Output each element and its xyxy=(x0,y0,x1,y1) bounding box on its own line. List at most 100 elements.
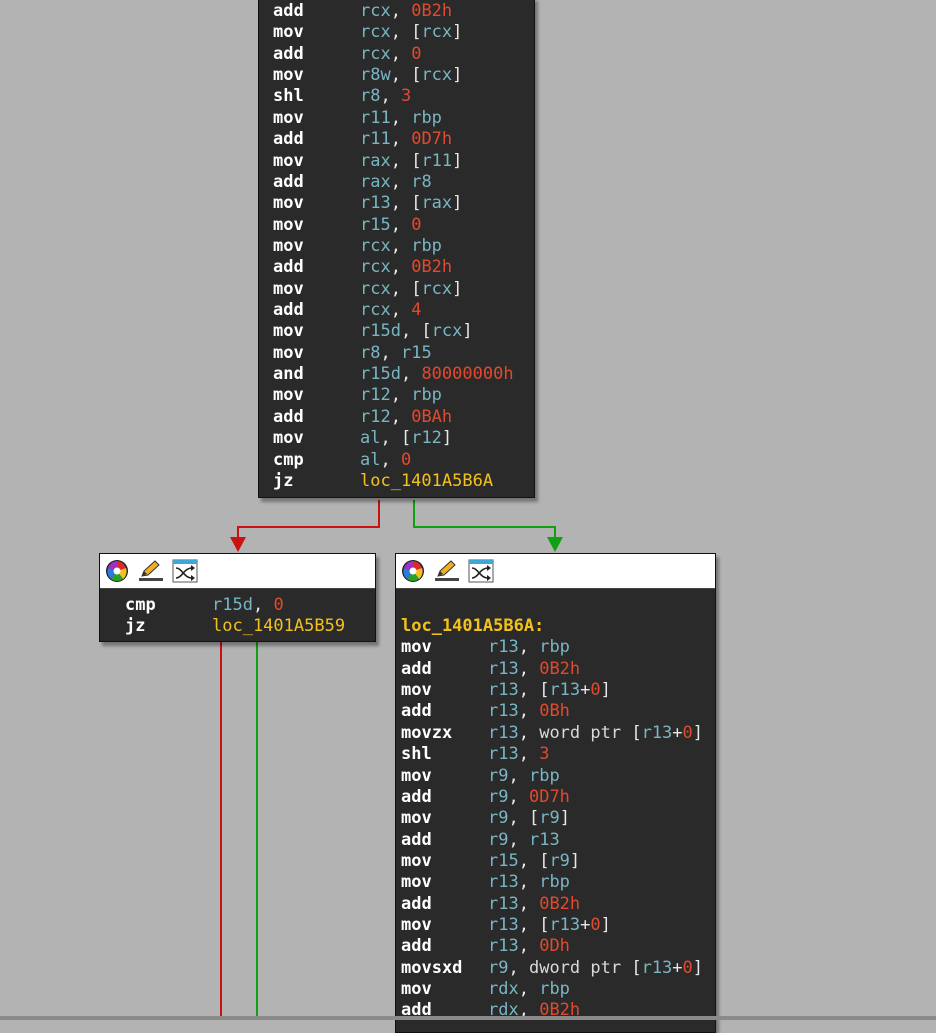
operands: rcx, [rcx] xyxy=(360,279,462,300)
operand-register: r13 xyxy=(488,915,519,936)
asm-line[interactable]: add r13, 0Dh xyxy=(401,936,715,957)
asm-line[interactable]: add r9, r13 xyxy=(401,830,715,851)
operands: r15d, 0 xyxy=(212,595,284,616)
asm-line[interactable]: mov r15d, [rcx] xyxy=(273,321,534,342)
operands: r12, 0BAh xyxy=(360,407,452,428)
asm-line[interactable]: add r13, 0B2h xyxy=(401,659,715,680)
shuffle-graph-icon[interactable] xyxy=(172,559,198,583)
asm-line[interactable]: add r13, 0B2h xyxy=(401,894,715,915)
asm-line[interactable]: movsxd r9, dword ptr [r13+0] xyxy=(401,958,715,979)
asm-line[interactable]: mov rdx, rbp xyxy=(401,979,715,1000)
asm-line[interactable]: and r15d, 80000000h xyxy=(273,364,534,385)
operands: r13, 0Bh xyxy=(488,701,570,722)
edit-pencil-icon[interactable] xyxy=(434,559,460,583)
asm-line[interactable]: add r11, 0D7h xyxy=(273,129,534,150)
operand-number: 0B2h xyxy=(539,658,581,679)
asm-line[interactable]: mov r15, [r9] xyxy=(401,851,715,872)
color-wheel-icon[interactable] xyxy=(400,559,426,583)
operand-punct: , [ xyxy=(400,321,432,342)
operand-punct: ] xyxy=(600,915,611,936)
asm-line[interactable]: cmp r15d, 0 xyxy=(125,595,375,616)
edge-false-branch xyxy=(230,500,380,552)
operand-register: rax xyxy=(421,193,453,214)
operand-punct: [ xyxy=(631,957,642,978)
asm-line[interactable]: add rcx, 0B2h xyxy=(273,1,534,22)
code-block-left[interactable]: cmp r15d, 0 jz loc_1401A5B59 xyxy=(99,553,376,642)
asm-line[interactable]: shl r13, 3 xyxy=(401,744,715,765)
code-block-right[interactable]: loc_1401A5B6A: mov r13, rbp add r13, 0B2h mo… xyxy=(395,553,716,1033)
operands: rcx, rbp xyxy=(360,236,442,257)
asm-line[interactable]: mov rcx, rbp xyxy=(273,236,534,257)
asm-line[interactable]: mov r13, [r13+0] xyxy=(401,915,715,936)
operand-punct: ] xyxy=(452,65,463,86)
operands: r11, rbp xyxy=(360,108,442,129)
asm-line[interactable]: mov al, [r12] xyxy=(273,428,534,449)
asm-line[interactable]: mov rcx, [rcx] xyxy=(273,279,534,300)
operand-register: rax xyxy=(360,150,391,171)
operands: r15d, [rcx] xyxy=(360,321,473,342)
asm-line[interactable]: add r9, 0D7h xyxy=(401,787,715,808)
asm-line[interactable]: mov r11, rbp xyxy=(273,108,534,129)
operands: r15, 0 xyxy=(360,215,421,236)
asm-line[interactable]: mov r8, r15 xyxy=(273,343,534,364)
asm-line[interactable]: jz loc_1401A5B6A xyxy=(273,471,534,492)
color-wheel-icon[interactable] xyxy=(104,559,130,583)
asm-line[interactable]: mov r9, [r9] xyxy=(401,808,715,829)
asm-line[interactable]: add rcx, 0B2h xyxy=(273,257,534,278)
operand-number: 3 xyxy=(539,744,550,765)
asm-line[interactable]: mov r12, rbp xyxy=(273,385,534,406)
asm-line[interactable]: mov rcx, [rcx] xyxy=(273,22,534,43)
asm-line[interactable]: mov r13, [rax] xyxy=(273,193,534,214)
operand-punct: , xyxy=(508,765,529,786)
asm-line[interactable]: mov rax, [r11] xyxy=(273,151,534,172)
operand-register: rcx xyxy=(360,235,391,256)
asm-line[interactable]: movzx r13, word ptr [r13+0] xyxy=(401,723,715,744)
edit-pencil-icon[interactable] xyxy=(138,559,164,583)
operand-punct: , xyxy=(390,300,412,321)
asm-line[interactable]: jz loc_1401A5B59 xyxy=(125,616,375,637)
asm-line[interactable]: add rcx, 4 xyxy=(273,300,534,321)
asm-line[interactable]: mov r15, 0 xyxy=(273,215,534,236)
asm-line[interactable]: add rcx, 0 xyxy=(273,44,534,65)
operands: r8, 3 xyxy=(360,86,411,107)
asm-line[interactable]: shl r8, 3 xyxy=(273,86,534,107)
operand-punct: , xyxy=(380,449,401,470)
operand-register: rcx xyxy=(360,278,391,299)
operands: rcx, 0B2h xyxy=(360,1,452,22)
mnemonic: add xyxy=(401,829,432,850)
operand-register: rbp xyxy=(539,872,570,893)
mnemonic: mov xyxy=(273,342,304,363)
operand-number: 0 xyxy=(411,43,422,64)
operand-punct: , xyxy=(518,893,540,914)
operand-register: r9 xyxy=(539,808,560,829)
mnemonic: mov xyxy=(273,107,304,128)
code-block-top[interactable]: add rcx, 0B2h mov rcx, [rcx] add rcx, 0 mov r8w… xyxy=(258,0,535,498)
asm-line[interactable]: add rax, r8 xyxy=(273,172,534,193)
asm-line[interactable]: add r13, 0Bh xyxy=(401,701,715,722)
asm-listing: cmp r15d, 0 jz loc_1401A5B59 xyxy=(100,589,375,638)
mnemonic: jz xyxy=(125,616,146,637)
operand-label-ref[interactable]: loc_1401A5B6A xyxy=(360,471,493,491)
mnemonic: mov xyxy=(401,637,432,658)
operand-number: 0D7h xyxy=(528,786,570,807)
asm-line[interactable]: mov r13, [r13+0] xyxy=(401,680,715,701)
shuffle-graph-icon[interactable] xyxy=(468,559,494,583)
asm-line[interactable]: add r12, 0BAh xyxy=(273,407,534,428)
asm-line[interactable]: mov r13, rbp xyxy=(401,872,715,893)
operand-register: r12 xyxy=(360,406,391,427)
operand-label-ref[interactable]: loc_1401A5B59 xyxy=(212,616,345,636)
operand-register: r13 xyxy=(488,893,519,914)
operand-punct: ] xyxy=(692,957,704,978)
asm-line[interactable]: cmp al, 0 xyxy=(273,450,534,471)
asm-line[interactable]: mov r13, rbp xyxy=(401,637,715,658)
mnemonic: add xyxy=(273,171,304,192)
asm-line[interactable]: mov r9, rbp xyxy=(401,766,715,787)
operand-register: rcx xyxy=(421,22,453,43)
operand-punct: , xyxy=(390,214,412,235)
operand-register: r13 xyxy=(488,872,519,893)
asm-line[interactable]: mov r8w, [rcx] xyxy=(273,65,534,86)
operand-punct: , xyxy=(518,872,540,893)
operand-punct: , [ xyxy=(518,850,550,871)
block-label[interactable]: loc_1401A5B6A: xyxy=(401,616,715,637)
operand-register: r13 xyxy=(528,829,560,850)
